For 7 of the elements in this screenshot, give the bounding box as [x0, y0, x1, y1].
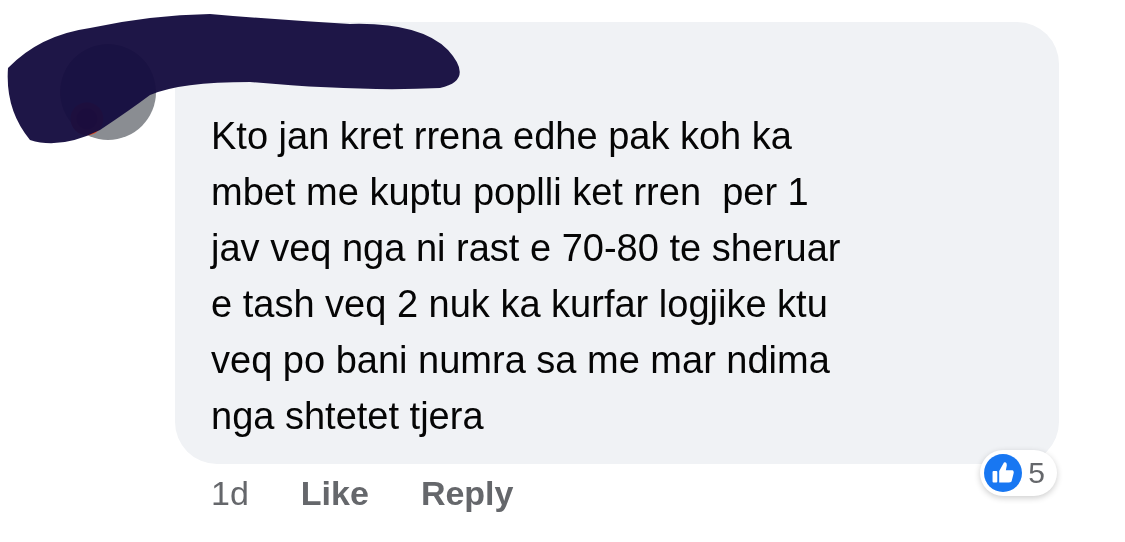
thumbs-up-icon	[984, 454, 1023, 492]
reaction-badge[interactable]: 5	[980, 450, 1057, 496]
comment-time: 1d	[211, 474, 249, 513]
comment-action-link[interactable]: Like	[300, 474, 369, 513]
comment-action-link[interactable]: Reply	[420, 474, 514, 513]
reaction-count: 5	[1028, 456, 1045, 490]
comment-text: Kto jan kret rrena edhe pak koh ka mbet me kuptu poplli ket rren per 1 jav veq nga ni rast e 70-80 te sheruar e tash veq 2 nuk ka kurfar logjike ktu veq po bani numra sa me mar ndima nga shtetet tjera	[211, 114, 842, 439]
